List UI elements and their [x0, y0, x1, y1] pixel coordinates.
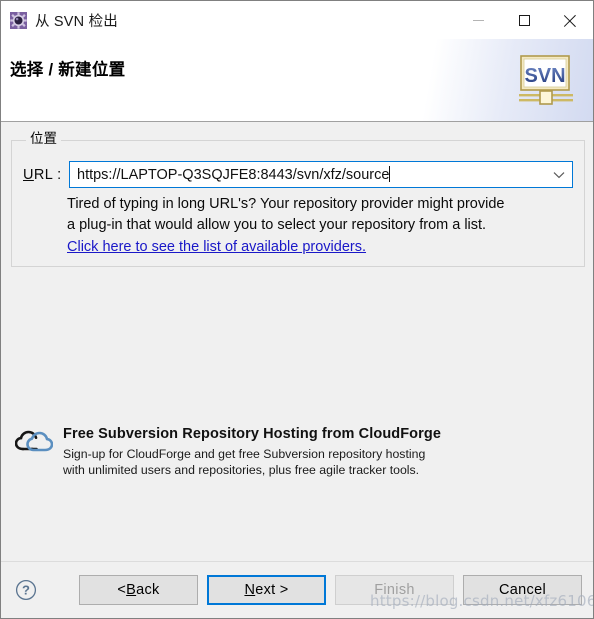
back-button-prefix: < [117, 582, 127, 598]
cloudforge-promo-line-1: Sign-up for CloudForge and get free Subv… [63, 447, 426, 461]
back-button-mnemonic: B [126, 582, 137, 598]
providers-link[interactable]: Click here to see the list of available … [67, 239, 366, 255]
cloud-link-icon [15, 430, 53, 452]
maximize-button[interactable] [501, 1, 547, 39]
back-button-rest: ack [136, 582, 160, 598]
title-bar: 从 SVN 检出 [1, 1, 593, 39]
svg-text:?: ? [22, 583, 30, 598]
next-button[interactable]: Next > [207, 575, 326, 605]
page-title: 选择 / 新建位置 [10, 61, 126, 79]
cloudforge-promo-line-2: with unlimited users and repositories, p… [63, 463, 420, 477]
location-group: 位置 URL : https://LAPTOP-Q3SQJFE8:8443/sv… [11, 130, 587, 267]
minimize-icon [472, 19, 484, 21]
url-combobox[interactable]: https://LAPTOP-Q3SQJFE8:8443/svn/xfz/sou… [69, 161, 573, 188]
wizard-button-row: < Back Next > Finish Cancel [79, 575, 582, 605]
svn-logo-icon: SVN [519, 55, 573, 105]
location-group-legend: 位置 [26, 130, 61, 148]
url-label-mnemonic: U [23, 166, 34, 183]
svn-gear-icon [10, 11, 27, 29]
finish-button: Finish [335, 575, 454, 605]
next-button-rest: ext > [255, 582, 289, 598]
dialog-body: 位置 URL : https://LAPTOP-Q3SQJFE8:8443/sv… [1, 122, 593, 561]
cloudforge-promo-text: Free Subversion Repository Hosting from … [63, 425, 485, 478]
svg-text:SVN: SVN [524, 65, 565, 87]
url-label: URL : [23, 167, 69, 183]
title-bar-left: 从 SVN 检出 [1, 10, 455, 31]
checkout-from-svn-dialog: 从 SVN 检出 选择 / 新建位置 SVN 位置 URL: https://… [0, 0, 594, 619]
help-question-icon[interactable]: ? [15, 579, 37, 601]
chevron-down-icon [553, 171, 565, 178]
wizard-header: 选择 / 新建位置 SVN [1, 39, 593, 122]
url-input-value: https://LAPTOP-Q3SQJFE8:8443/svn/xfz/sou… [77, 167, 390, 183]
url-input[interactable]: https://LAPTOP-Q3SQJFE8:8443/svn/xfz/sou… [70, 166, 546, 183]
close-icon [563, 13, 577, 27]
close-button[interactable] [547, 1, 593, 39]
cancel-button[interactable]: Cancel [463, 575, 582, 605]
url-hint-line-2: a plug-in that would allow you to select… [67, 217, 487, 233]
cloudforge-promo[interactable]: Free Subversion Repository Hosting from … [15, 425, 485, 478]
back-button[interactable]: < Back [79, 575, 198, 605]
url-dropdown-button[interactable] [546, 162, 572, 187]
url-label-rest: RL : [33, 166, 62, 183]
next-button-mnemonic: N [244, 582, 256, 598]
url-hint-text: Tired of typing in long URL's? Your repo… [67, 194, 587, 236]
url-hint-line-1: Tired of typing in long URL's? Your repo… [67, 196, 505, 212]
url-row: URL : https://LAPTOP-Q3SQJFE8:8443/svn/x… [23, 161, 573, 188]
maximize-icon [518, 14, 530, 26]
text-cursor [389, 166, 391, 182]
window-title: 从 SVN 检出 [35, 13, 118, 30]
dialog-footer: ? < Back Next > Finish Cancel [1, 561, 593, 618]
cloudforge-promo-title: Free Subversion Repository Hosting from … [63, 426, 442, 442]
minimize-button[interactable] [455, 1, 501, 39]
window-controls [455, 1, 593, 39]
